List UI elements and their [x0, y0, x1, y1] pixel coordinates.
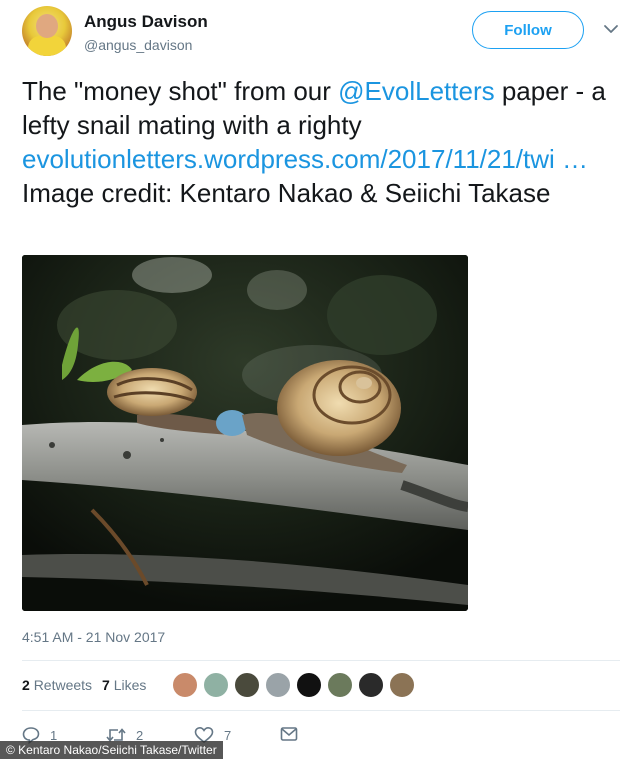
liker-avatar[interactable]: [358, 672, 384, 698]
retweets-stat[interactable]: 2 Retweets: [22, 677, 92, 693]
author-avatar[interactable]: [22, 6, 72, 56]
snail-photo-icon: [22, 255, 468, 611]
like-count: 7: [224, 727, 232, 743]
liker-avatars: [172, 672, 420, 698]
divider: [22, 710, 620, 711]
author-display-name[interactable]: Angus Davison: [84, 12, 208, 32]
liker-avatar[interactable]: [203, 672, 229, 698]
tweet-header: Angus Davison @angus_davison Follow: [22, 6, 622, 60]
direct-message-button[interactable]: [280, 726, 308, 742]
author-handle[interactable]: @angus_davison: [84, 37, 192, 53]
url-link[interactable]: evolutionletters.wordpress.com/2017/11/2…: [22, 144, 588, 174]
divider: [22, 660, 620, 661]
liker-avatar[interactable]: [234, 672, 260, 698]
liker-avatar[interactable]: [172, 672, 198, 698]
tweet-photo[interactable]: [22, 255, 468, 611]
image-credit: © Kentaro Nakao/Seiichi Takase/Twitter: [0, 741, 223, 759]
liker-avatar[interactable]: [327, 672, 353, 698]
likes-label: Likes: [113, 677, 147, 693]
likes-count: 7: [102, 677, 110, 693]
likes-stat[interactable]: 7 Likes: [102, 677, 146, 693]
liker-avatar[interactable]: [265, 672, 291, 698]
liker-avatar[interactable]: [296, 672, 322, 698]
mention-link[interactable]: @EvolLetters: [338, 76, 494, 106]
tweet-text-part: The "money shot" from our: [22, 76, 339, 106]
liker-avatar[interactable]: [389, 672, 415, 698]
tweet-text: The "money shot" from our @EvolLetters p…: [22, 74, 622, 210]
retweets-label: Retweets: [33, 677, 93, 693]
envelope-icon: [280, 727, 298, 741]
tweet-timestamp[interactable]: 4:51 AM - 21 Nov 2017: [22, 629, 165, 645]
retweets-count: 2: [22, 677, 30, 693]
engagement-stats: 2 Retweets 7 Likes: [22, 677, 156, 693]
tweet-text-part: Image credit: Kentaro Nakao & Seiichi Ta…: [22, 178, 551, 208]
follow-button[interactable]: Follow: [472, 11, 584, 49]
chevron-down-icon[interactable]: [602, 22, 620, 36]
